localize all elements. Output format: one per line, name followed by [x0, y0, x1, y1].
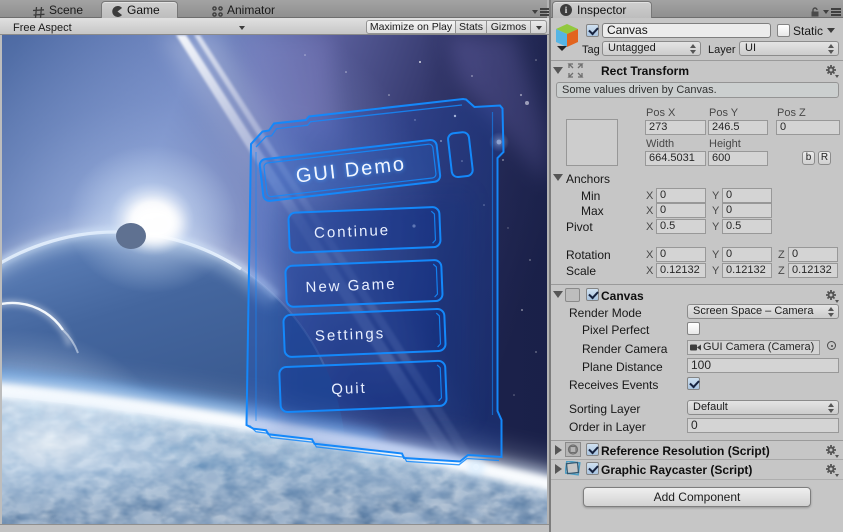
svg-text:Settings: Settings: [315, 325, 386, 345]
svg-text:Continue: Continue: [314, 222, 391, 242]
svg-text:Quit: Quit: [331, 380, 367, 398]
